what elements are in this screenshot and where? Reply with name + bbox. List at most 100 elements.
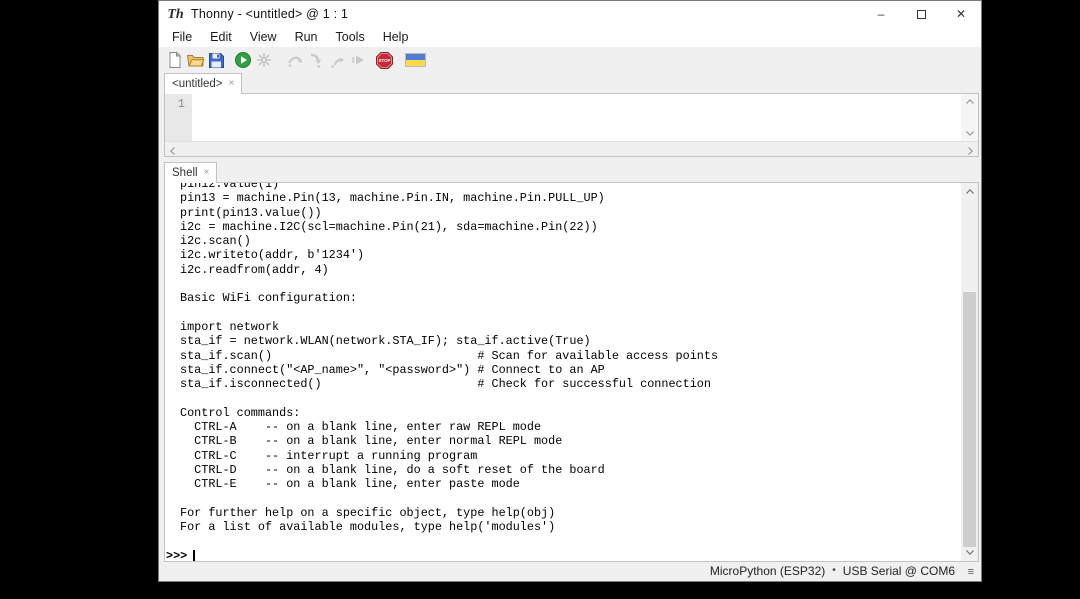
shell-output-line: CTRL-A -- on a blank line, enter raw REP… [180, 420, 542, 435]
editor-tab-label: <untitled> [172, 78, 223, 90]
scroll-down-icon[interactable] [966, 550, 974, 555]
scrollbar-thumb[interactable] [963, 292, 976, 547]
shell-pane: pin12.value(1) pin13 = machine.Pin(13, ma… [164, 182, 979, 562]
open-folder-icon [186, 55, 205, 67]
svg-text:STOP: STOP [379, 58, 391, 63]
scroll-up-icon[interactable] [966, 99, 974, 104]
shell-output-line [165, 492, 961, 506]
backend-label[interactable]: MicroPython (ESP32) [710, 564, 825, 578]
editor-tab-untitled[interactable]: <untitled> × [164, 73, 243, 94]
shell-output-line: i2c.scan() [180, 234, 251, 249]
step-out-button[interactable] [326, 50, 347, 71]
stop-button[interactable]: STOP [374, 50, 395, 71]
editor-gutter: 1 [165, 94, 192, 141]
thonny-window: Th Thonny - <untitled> @ 1 : 1 – ✕ File … [158, 0, 982, 582]
port-label[interactable]: USB Serial @ COM6 [843, 564, 955, 578]
editor-tab-close-icon[interactable]: × [229, 79, 235, 89]
shell-output: pin12.value(1) pin13 = machine.Pin(13, ma… [165, 183, 961, 549]
shell-output-line: pin13 = machine.Pin(13, machine.Pin.IN, … [180, 191, 605, 206]
line-number: 1 [177, 97, 185, 111]
resume-icon [351, 55, 364, 65]
menu-tools[interactable]: Tools [327, 28, 374, 46]
step-into-icon [310, 53, 321, 68]
ukraine-flag-icon [404, 53, 426, 67]
shell-output-line [165, 391, 961, 405]
shell-output-line: sta_if.isconnected() # Check for success… [180, 377, 711, 392]
step-out-icon [330, 57, 344, 68]
shell-output-line: import network [180, 319, 280, 334]
window-controls: – ✕ [861, 1, 981, 27]
step-over-icon [287, 56, 302, 67]
shell-output-line [165, 306, 961, 320]
menubar: File Edit View Run Tools Help [159, 27, 981, 47]
close-button[interactable]: ✕ [941, 1, 981, 27]
new-file-icon [169, 51, 181, 68]
menu-edit[interactable]: Edit [201, 28, 241, 46]
shell-tab-close-icon[interactable]: × [204, 168, 210, 178]
shell-output-line [165, 534, 961, 548]
editor-vertical-scrollbar[interactable] [961, 94, 978, 141]
menu-file[interactable]: File [163, 28, 201, 46]
shell-output-line: sta_if.scan() # Scan for available acces… [180, 348, 719, 363]
shell-tab-label: Shell [172, 167, 198, 179]
screen: Th Thonny - <untitled> @ 1 : 1 – ✕ File … [0, 0, 1080, 599]
minimize-button[interactable]: – [861, 1, 901, 27]
status-separator: • [832, 565, 836, 576]
new-file-button[interactable] [164, 50, 185, 71]
shell-prompt: >>> [166, 548, 188, 561]
shell-output-line: i2c = machine.I2C(scl=machine.Pin(21), s… [180, 219, 598, 234]
shell-tab[interactable]: Shell × [164, 162, 218, 183]
resume-button[interactable] [347, 50, 368, 71]
stop-icon: STOP [376, 51, 393, 69]
toolbar: STOP [159, 47, 981, 73]
step-over-button[interactable] [284, 50, 305, 71]
editor-horizontal-scrollbar[interactable] [165, 141, 978, 156]
menu-run[interactable]: Run [286, 28, 327, 46]
thonny-logo-icon: Th [167, 6, 184, 22]
shell-output-line: Basic WiFi configuration: [180, 291, 357, 306]
maximize-button[interactable] [901, 1, 941, 27]
shell-vertical-scrollbar[interactable] [961, 183, 978, 561]
scroll-up-icon[interactable] [966, 189, 974, 194]
shell-output-line: CTRL-D -- on a blank line, do a soft res… [180, 462, 605, 477]
shell-output-line: sta_if = network.WLAN(network.STA_IF); s… [180, 334, 591, 349]
window-title: Thonny - <untitled> @ 1 : 1 [191, 7, 349, 21]
editor-code-area[interactable] [192, 94, 961, 141]
save-button[interactable] [206, 50, 227, 71]
scroll-left-icon[interactable] [170, 147, 175, 155]
open-file-button[interactable] [185, 50, 206, 71]
debug-icon [256, 53, 271, 67]
menu-view[interactable]: View [241, 28, 286, 46]
close-icon: ✕ [955, 7, 967, 21]
ukraine-flag-button[interactable] [403, 50, 427, 71]
shell-output-line: Control commands: [180, 405, 301, 420]
shell-output-line: CTRL-C -- interrupt a running program [180, 448, 478, 463]
menu-help[interactable]: Help [374, 28, 418, 46]
editor-pane: 1 [164, 93, 979, 157]
scroll-right-icon[interactable] [968, 147, 973, 155]
resize-grip-icon[interactable]: ≡ [968, 566, 974, 578]
debug-button[interactable] [253, 50, 274, 71]
run-button[interactable] [232, 50, 253, 71]
minimize-icon: – [877, 7, 885, 21]
step-into-button[interactable] [305, 50, 326, 71]
shell-output-line: For further help on a specific object, t… [180, 505, 556, 520]
shell-output-line [165, 277, 961, 291]
text-cursor [193, 549, 196, 561]
scroll-down-icon[interactable] [966, 131, 974, 136]
maximize-icon [916, 9, 926, 19]
statusbar: MicroPython (ESP32) • USB Serial @ COM6 … [159, 560, 981, 581]
shell-output-line: For a list of available modules, type he… [180, 520, 556, 535]
run-play-icon [234, 52, 251, 68]
shell-output-line: i2c.readfrom(addr, 4) [180, 262, 329, 277]
titlebar: Th Thonny - <untitled> @ 1 : 1 – ✕ [159, 1, 981, 27]
shell-output-line: print(pin13.value()) [180, 205, 322, 220]
save-floppy-icon [209, 52, 224, 68]
shell-output-line: CTRL-E -- on a blank line, enter paste m… [180, 477, 520, 492]
shell-output-line: CTRL-B -- on a blank line, enter normal … [180, 434, 563, 449]
shell-text-area[interactable]: pin12.value(1) pin13 = machine.Pin(13, ma… [165, 183, 961, 561]
shell-output-line: sta_if.connect("<AP_name>", "<password>"… [180, 362, 605, 377]
shell-output-line: i2c.writeto(addr, b'1234') [180, 248, 365, 263]
shell-output-line: pin12.value(1) [180, 183, 280, 191]
shell-prompt-line[interactable]: >>> [165, 549, 961, 561]
